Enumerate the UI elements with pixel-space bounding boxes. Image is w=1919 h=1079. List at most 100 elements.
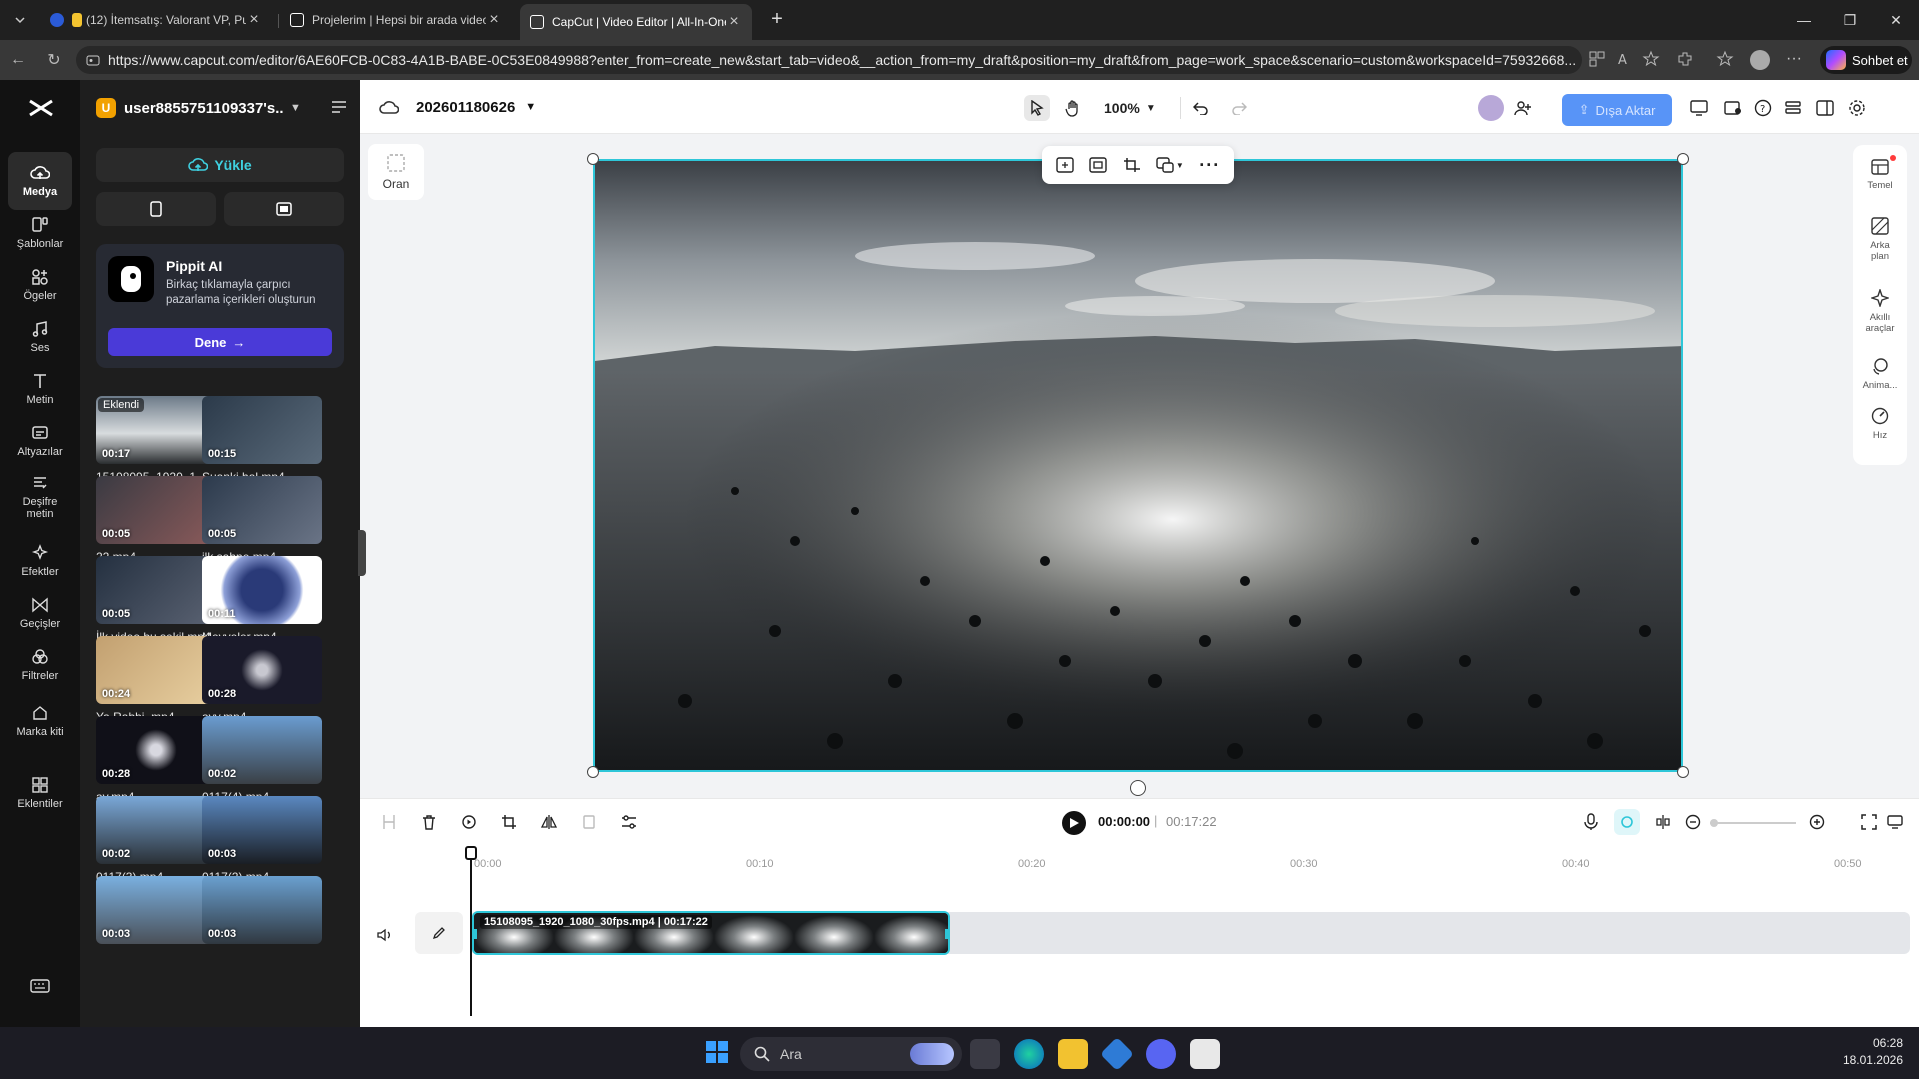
collaborator-avatar[interactable] — [1478, 95, 1504, 121]
media-clip[interactable]: 00:15Şuanki hal.mp4 — [202, 396, 322, 484]
delete-icon[interactable] — [416, 809, 442, 835]
zoom-slider-thumb[interactable] — [1710, 819, 1718, 827]
property-hiz[interactable]: Hız — [1853, 407, 1907, 441]
rail-item-altyazilar[interactable]: Altyazılar — [8, 412, 72, 470]
auto-snap-icon[interactable] — [1614, 809, 1640, 835]
rotate-handle-icon[interactable] — [1130, 780, 1146, 796]
mirror-icon[interactable] — [536, 809, 562, 835]
workspace-selector[interactable]: U user8855751109337's... ▼ — [96, 94, 352, 122]
resize-handle-top-right[interactable] — [1677, 153, 1689, 165]
rail-item-medya[interactable]: Medya — [8, 152, 72, 210]
rail-item-ses[interactable]: Ses — [8, 308, 72, 366]
new-tab-button[interactable]: + — [766, 9, 788, 31]
tab-capcut-editor[interactable]: CapCut | Video Editor | All-In-One × — [520, 4, 752, 40]
keyboard-shortcuts-button[interactable] — [8, 968, 72, 1008]
rail-item-ogeler[interactable]: Ögeler — [8, 256, 72, 314]
track-mute-icon[interactable] — [372, 922, 398, 948]
trim-handle-left[interactable] — [474, 929, 477, 939]
layers-icon[interactable] — [1780, 95, 1806, 121]
crop-tool-icon[interactable] — [496, 809, 522, 835]
hand-tool-icon[interactable] — [1060, 95, 1086, 121]
phone-upload-button[interactable] — [96, 192, 216, 226]
redo-icon[interactable] — [1226, 95, 1252, 121]
media-clip[interactable]: 00:03 — [96, 876, 216, 950]
favorite-star-icon[interactable] — [1642, 50, 1662, 70]
media-clip[interactable]: 00:03 — [202, 876, 322, 950]
property-temel[interactable]: Temel — [1853, 155, 1907, 191]
property-akilli-araclar[interactable]: Akıllı araçlar — [1853, 289, 1907, 334]
undo-icon[interactable] — [1188, 95, 1214, 121]
fit-frame-icon[interactable] — [1089, 157, 1107, 173]
system-clock[interactable]: 06:28 18.01.2026 — [1843, 1035, 1903, 1069]
resize-handle-bottom-right[interactable] — [1677, 766, 1689, 778]
extensions-icon[interactable] — [1676, 50, 1696, 70]
media-clip[interactable]: 00:28ayy.mp4 — [202, 636, 322, 724]
restore-window-button[interactable]: ❐ — [1827, 0, 1873, 40]
zoom-out-icon[interactable] — [1680, 809, 1706, 835]
panel-menu-icon[interactable] — [330, 98, 348, 116]
read-aloud-icon[interactable]: A — [1616, 50, 1636, 70]
zoom-in-icon[interactable] — [1804, 809, 1830, 835]
track-cover-button[interactable] — [415, 912, 463, 954]
resize-handle-top-left[interactable] — [587, 153, 599, 165]
file-explorer-icon[interactable] — [1058, 1039, 1088, 1069]
rail-item-metin[interactable]: Metin — [8, 360, 72, 418]
media-clip[interactable]: 00:030117(2).mp4 — [202, 796, 322, 884]
crop-icon[interactable] — [1123, 157, 1141, 173]
microphone-icon[interactable] — [1578, 809, 1604, 835]
media-clip[interactable]: 00:020117(3).mp4 — [96, 796, 216, 884]
taskbar-search[interactable]: Ara — [740, 1037, 962, 1071]
media-clip[interactable]: 00:05İlk video bu şekil.mp4 — [96, 556, 216, 644]
playhead-knob[interactable] — [465, 846, 477, 860]
address-bar[interactable]: https://www.capcut.com/editor/6AE60FCB-0… — [76, 46, 1582, 74]
zoom-dropdown[interactable]: 100% ▼ — [1104, 95, 1156, 121]
rail-item-filtreler[interactable]: Filtreler — [8, 636, 72, 694]
media-clip[interactable]: 00:05ilk sahne.mp4 — [202, 476, 322, 564]
video-preview[interactable] — [593, 159, 1683, 772]
help-icon[interactable]: ? — [1750, 95, 1776, 121]
app-icon[interactable] — [1190, 1039, 1220, 1069]
media-clip[interactable]: 00:24Ya Rabbi .mp4 — [96, 636, 216, 724]
app-icon[interactable] — [1100, 1037, 1134, 1071]
fullscreen-icon[interactable] — [1856, 809, 1882, 835]
split-icon[interactable] — [376, 809, 402, 835]
smart-crop-icon[interactable] — [1056, 157, 1074, 173]
media-clip[interactable]: 00:11Meyveler.mp4 — [202, 556, 322, 644]
media-clip[interactable]: 00:0522.mp4 — [96, 476, 216, 564]
rail-item-eklentiler[interactable]: Eklentiler — [8, 764, 72, 822]
back-button[interactable]: ← — [6, 48, 30, 72]
minimize-window-button[interactable]: — — [1781, 0, 1827, 40]
project-name[interactable]: 202601180626 ▼ — [416, 80, 536, 134]
tab-itemsatis[interactable]: (12) İtemsatış: Valorant VP, Pub × — [40, 6, 272, 34]
upload-button[interactable]: Yükle — [96, 148, 344, 182]
discord-icon[interactable] — [1146, 1039, 1176, 1069]
cloud-save-icon[interactable] — [376, 95, 402, 121]
timeline-clip[interactable]: 15108095_1920_1080_30fps.mp4 | 00:17:22 — [472, 911, 950, 955]
close-tab-icon[interactable]: × — [246, 12, 262, 28]
refresh-button[interactable]: ↻ — [42, 48, 66, 72]
media-clip[interactable]: 00:28ay.mp4 — [96, 716, 216, 804]
capcut-logo[interactable] — [27, 96, 55, 120]
select-tool-icon[interactable] — [1024, 95, 1050, 121]
windows-start-icon[interactable] — [704, 1039, 734, 1069]
site-info-icon[interactable] — [86, 53, 100, 67]
copilot-chat-button[interactable]: Sohbet et — [1820, 46, 1912, 74]
media-clip[interactable]: 00:020117(4).mp4 — [202, 716, 322, 804]
replay-icon[interactable] — [456, 809, 482, 835]
play-button[interactable] — [1062, 811, 1086, 835]
collapse-panel-handle[interactable] — [358, 530, 366, 576]
rail-item-marka-kiti[interactable]: Marka kiti — [8, 688, 72, 754]
more-menu-icon[interactable]: ··· — [1786, 50, 1806, 70]
rail-item-sablonlar[interactable]: Şablonlar — [8, 204, 72, 262]
media-clip[interactable]: Eklendi00:1715108095_1920_1... — [96, 396, 216, 484]
playhead[interactable] — [465, 846, 477, 1016]
tab-projelerim[interactable]: Projelerim | Hepsi bir arada video d × — [280, 6, 512, 34]
trim-handle-right[interactable] — [945, 929, 948, 939]
split-track-icon[interactable] — [1650, 809, 1676, 835]
export-button[interactable]: ⇪ Dışa Aktar — [1562, 94, 1672, 126]
close-tab-icon[interactable]: × — [726, 14, 742, 30]
property-arka-plan[interactable]: Arka plan — [1853, 217, 1907, 262]
task-view-icon[interactable] — [970, 1039, 1000, 1069]
toggle-panel-icon[interactable] — [1812, 95, 1838, 121]
adjust-icon[interactable] — [616, 809, 642, 835]
